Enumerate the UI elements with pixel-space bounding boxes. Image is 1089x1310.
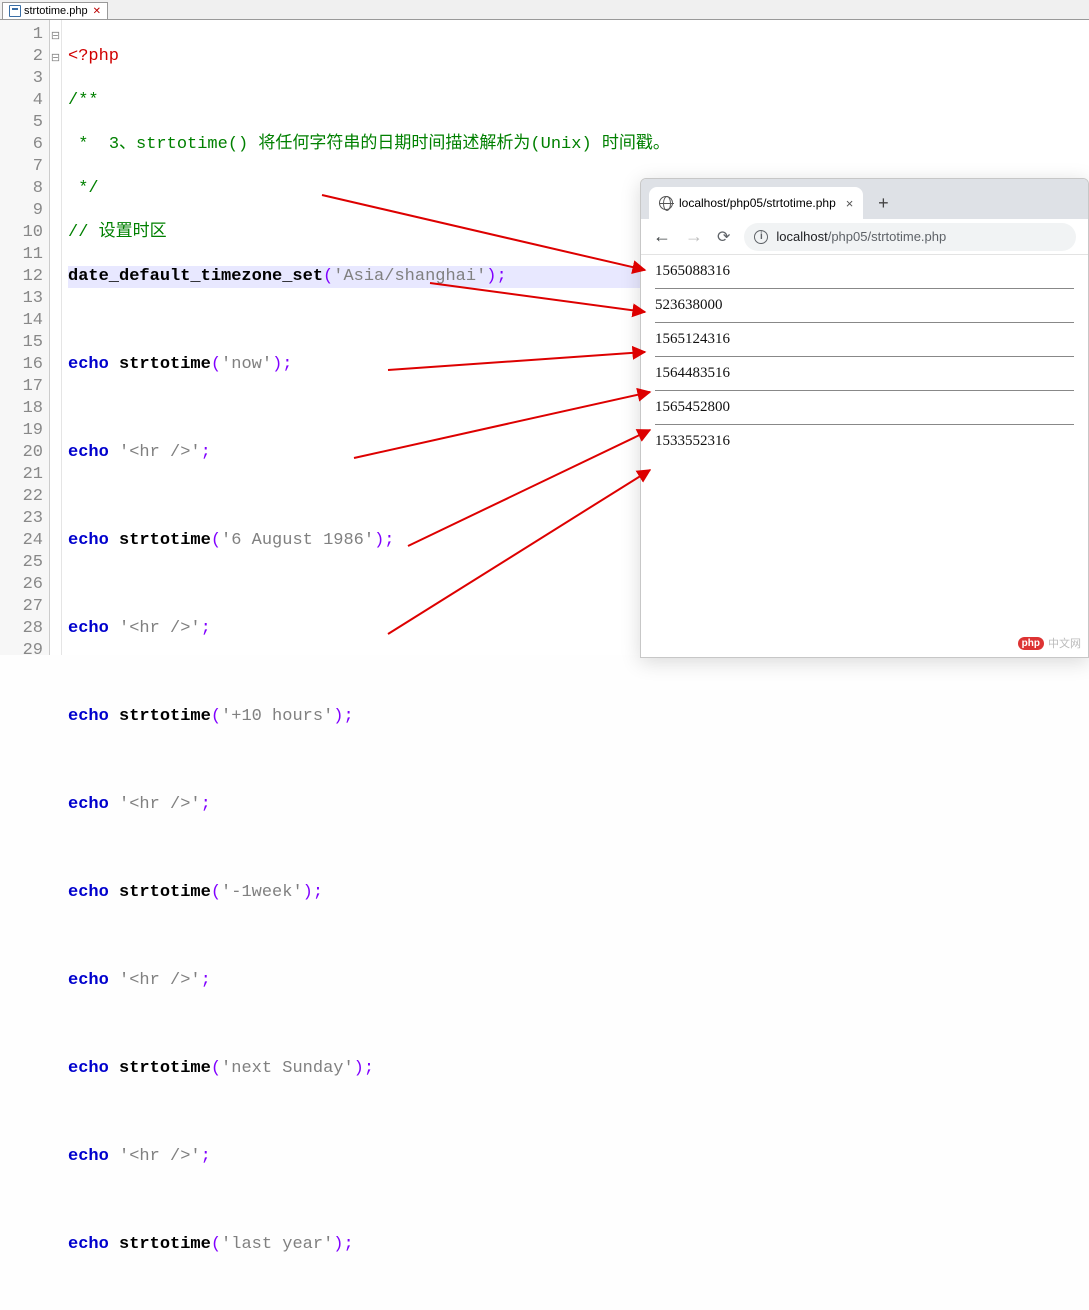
globe-icon (659, 196, 673, 210)
close-icon[interactable]: ✕ (93, 6, 101, 17)
output-value: 1565088316 (655, 263, 1074, 280)
line-number: 17 (0, 376, 43, 398)
line-number: 16 (0, 354, 43, 376)
code-line: echo '<hr />'; (68, 970, 1089, 992)
line-number: 15 (0, 332, 43, 354)
code-line (68, 750, 1089, 772)
code-line: * 3、strtotime() 将任何字符串的日期时间描述解析为(Unix) 时… (68, 134, 1089, 156)
code-line (68, 1014, 1089, 1036)
fold-marker[interactable]: ⊟ (50, 48, 61, 70)
tab-filename: strtotime.php (24, 5, 88, 17)
browser-window: localhost/php05/strtotime.php × + ← → ⟳ … (640, 178, 1089, 658)
php-logo-icon: php (1018, 637, 1044, 650)
line-number: 20 (0, 442, 43, 464)
line-number: 10 (0, 222, 43, 244)
close-icon[interactable]: × (846, 196, 854, 211)
code-line: echo strtotime('+10 hours'); (68, 706, 1089, 728)
browser-tabbar: localhost/php05/strtotime.php × + (641, 179, 1088, 219)
code-line (68, 662, 1089, 684)
forward-button[interactable]: → (685, 226, 703, 247)
code-line (68, 1190, 1089, 1212)
code-line (68, 1102, 1089, 1124)
line-number: 5 (0, 112, 43, 134)
output-value: 1533552316 (655, 433, 1074, 450)
code-line: echo strtotime('next Sunday'); (68, 1058, 1089, 1080)
line-number: 8 (0, 178, 43, 200)
editor-tab-active[interactable]: strtotime.php ✕ (2, 2, 108, 19)
line-number: 27 (0, 596, 43, 618)
browser-tab-title: localhost/php05/strtotime.php (679, 196, 836, 210)
line-number: 19 (0, 420, 43, 442)
browser-viewport: 1565088316 523638000 1565124316 15644835… (641, 255, 1088, 458)
code-line: /** (68, 90, 1089, 112)
line-number: 14 (0, 310, 43, 332)
output-value: 523638000 (655, 297, 1074, 314)
code-line: echo '<hr />'; (68, 794, 1089, 816)
code-line: echo strtotime('last year'); (68, 1234, 1089, 1256)
line-number: 25 (0, 552, 43, 574)
line-number: 11 (0, 244, 43, 266)
line-number: 6 (0, 134, 43, 156)
line-number: 23 (0, 508, 43, 530)
code-line (68, 838, 1089, 860)
line-number: 4 (0, 90, 43, 112)
output-value: 1564483516 (655, 365, 1074, 382)
line-number: 3 (0, 68, 43, 90)
browser-tab-active[interactable]: localhost/php05/strtotime.php × (649, 187, 863, 219)
watermark-text: 中文网 (1048, 635, 1081, 651)
line-number: 24 (0, 530, 43, 552)
line-number: 7 (0, 156, 43, 178)
line-number: 1 (0, 24, 43, 46)
url-host: localhost (776, 229, 827, 244)
output-value: 1565452800 (655, 399, 1074, 416)
code-line (68, 1278, 1089, 1300)
browser-toolbar: ← → ⟳ i localhost/php05/strtotime.php (641, 219, 1088, 255)
line-number: 13 (0, 288, 43, 310)
new-tab-button[interactable]: + (869, 189, 897, 217)
line-number: 12 (0, 266, 43, 288)
line-number: 28 (0, 618, 43, 640)
line-number: 29 (0, 640, 43, 662)
editor-tabbar: strtotime.php ✕ (0, 0, 1089, 20)
watermark: php 中文网 (1018, 635, 1081, 651)
line-number: 2 (0, 46, 43, 68)
line-number: 21 (0, 464, 43, 486)
fold-gutter: ⊟ ⊟ (50, 20, 62, 655)
code-line: echo '<hr />'; (68, 1146, 1089, 1168)
output-value: 1565124316 (655, 331, 1074, 348)
line-number: 22 (0, 486, 43, 508)
file-icon (9, 5, 21, 17)
address-bar[interactable]: i localhost/php05/strtotime.php (744, 223, 1076, 251)
code-line: <?php (68, 46, 1089, 68)
line-number: 18 (0, 398, 43, 420)
line-number: 9 (0, 200, 43, 222)
reload-button[interactable]: ⟳ (717, 227, 730, 247)
url-path: /php05/strtotime.php (828, 229, 947, 244)
fold-marker[interactable]: ⊟ (50, 26, 61, 48)
line-number: 26 (0, 574, 43, 596)
line-number-gutter: 1 2 3 4 5 6 7 8 9 10 11 12 13 14 15 16 1… (0, 20, 50, 655)
code-line: echo strtotime('-1week'); (68, 882, 1089, 904)
site-info-icon[interactable]: i (754, 230, 768, 244)
back-button[interactable]: ← (653, 226, 671, 247)
code-line (68, 926, 1089, 948)
